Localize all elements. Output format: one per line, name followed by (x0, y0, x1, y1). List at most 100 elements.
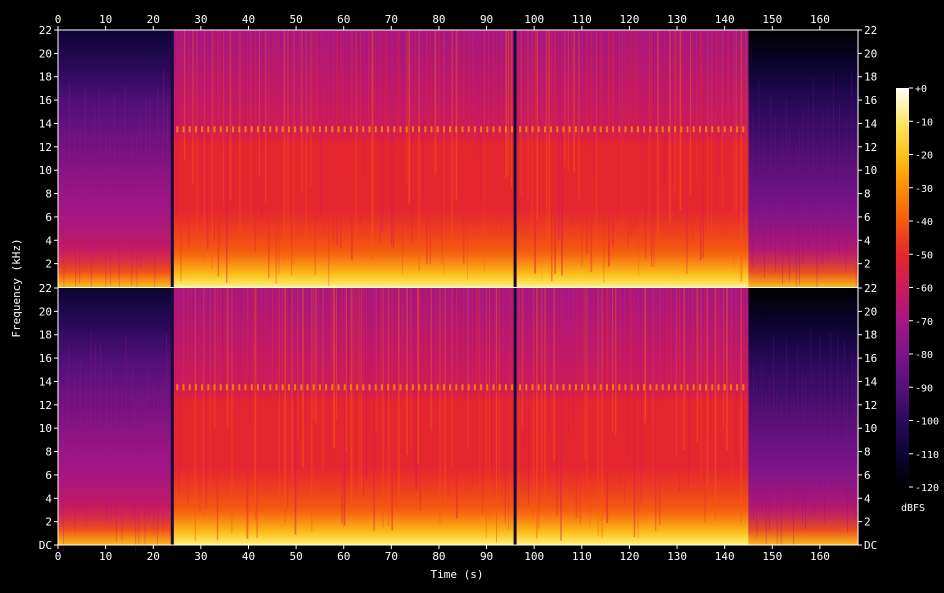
spectral-streak (281, 288, 283, 425)
spectral-streak (584, 288, 586, 461)
tonal-mark (711, 384, 714, 391)
plot-area (58, 30, 858, 557)
spectral-streak (443, 30, 445, 274)
spectral-streak (196, 30, 198, 248)
spectral-streak (363, 30, 365, 174)
colorbar: +0 -10 -20 -30 -40 -50 -60 -70 -80 -90 -100 -110 -12… (896, 84, 939, 514)
y-tick-label-right: 22 (864, 24, 877, 37)
spectral-streak (211, 30, 213, 269)
tonal-mark (537, 126, 540, 133)
spectral-streak (560, 288, 562, 541)
y-tick-label-right: 20 (864, 47, 877, 60)
spectral-streak (320, 30, 322, 215)
y-tick-label-left: 22 (39, 282, 52, 295)
y-tick-label-right: 4 (864, 492, 871, 505)
spectral-streak (302, 288, 304, 468)
x-tick-label-top: 40 (242, 13, 255, 26)
spectral-streak (451, 30, 453, 254)
spectral-streak (675, 288, 677, 456)
spectral-streak (616, 30, 618, 220)
x-tick-label-bottom: 20 (147, 550, 160, 563)
tonal-mark (742, 384, 745, 391)
tonal-mark (287, 384, 290, 391)
spectral-streak (471, 288, 474, 486)
spectral-streak (254, 288, 257, 520)
spectral-streak (297, 288, 299, 441)
tonal-mark (436, 126, 439, 133)
spectral-streak (663, 30, 666, 186)
tonal-mark (194, 384, 197, 391)
tonal-mark (343, 384, 346, 391)
tonal-mark (312, 126, 315, 133)
spectral-streak (368, 30, 370, 166)
spectral-streak (223, 30, 225, 207)
spectral-streak (517, 30, 519, 204)
spectral-streak (524, 288, 525, 452)
spectral-streak (837, 333, 839, 488)
spectral-streak (692, 30, 694, 243)
tonal-mark (225, 384, 228, 391)
spectral-streak (810, 329, 812, 484)
tonal-mark (250, 126, 253, 133)
spectral-streak (629, 288, 632, 434)
spectral-streak (79, 129, 81, 284)
x-tick-label-top: 160 (810, 13, 830, 26)
spectral-streak (358, 288, 360, 493)
tonal-mark (556, 384, 559, 391)
spectral-streak (669, 30, 671, 223)
spectral-streak (341, 288, 343, 524)
tonal-mark (655, 384, 658, 391)
spectral-streak (324, 30, 325, 234)
spectral-streak (467, 288, 469, 449)
silence-gap (170, 30, 174, 287)
colorbar-tick-label: -110 (915, 450, 939, 461)
spectral-streak (606, 288, 609, 524)
tonal-mark (643, 384, 646, 391)
tonal-mark (442, 384, 445, 391)
y-tick-label-right: 4 (864, 234, 871, 247)
spectral-streak (624, 30, 626, 162)
spectral-streak (567, 30, 569, 170)
spectral-streak (254, 30, 256, 252)
spectral-streak (582, 288, 584, 460)
tonal-mark (581, 384, 584, 391)
spectral-streak (419, 288, 422, 511)
spectral-streak (500, 30, 502, 232)
y-tick-label-left: 12 (39, 141, 52, 154)
spectral-streak (851, 72, 853, 227)
spectral-streak (304, 288, 306, 422)
tonal-mark (498, 384, 501, 391)
tonal-mark (599, 126, 602, 133)
y-tick-label-right: 18 (864, 71, 877, 84)
x-tick-label-top: 0 (55, 13, 62, 26)
spectral-streak (451, 288, 453, 469)
tonal-mark (680, 384, 683, 391)
tonal-mark (294, 384, 297, 391)
spectral-streak (799, 131, 800, 286)
spectral-streak (802, 370, 803, 525)
spectral-streak (307, 288, 308, 420)
colorbar-label: dBFS (901, 503, 925, 514)
spectral-streak (671, 288, 673, 456)
spectral-streak (250, 30, 252, 253)
spectral-streak (510, 30, 513, 187)
spectral-streak (207, 30, 209, 250)
tonal-mark (550, 384, 553, 391)
spectral-streak (649, 30, 650, 219)
spectral-streak (696, 30, 698, 181)
spectral-streak (855, 132, 857, 287)
spectral-streak (700, 288, 702, 477)
tonal-mark (399, 126, 402, 133)
spectral-streak (167, 100, 169, 255)
spectral-streak (596, 30, 597, 244)
y-tick-label-right: 10 (864, 164, 877, 177)
spectral-streak (241, 30, 244, 199)
spectral-streak (819, 336, 821, 491)
spectral-streak (421, 30, 424, 200)
spectral-streak (564, 30, 566, 167)
tonal-mark (263, 384, 266, 391)
tonal-mark (742, 126, 745, 133)
tonal-mark (418, 384, 421, 391)
spectral-streak (839, 102, 840, 257)
spectral-streak (597, 288, 599, 537)
